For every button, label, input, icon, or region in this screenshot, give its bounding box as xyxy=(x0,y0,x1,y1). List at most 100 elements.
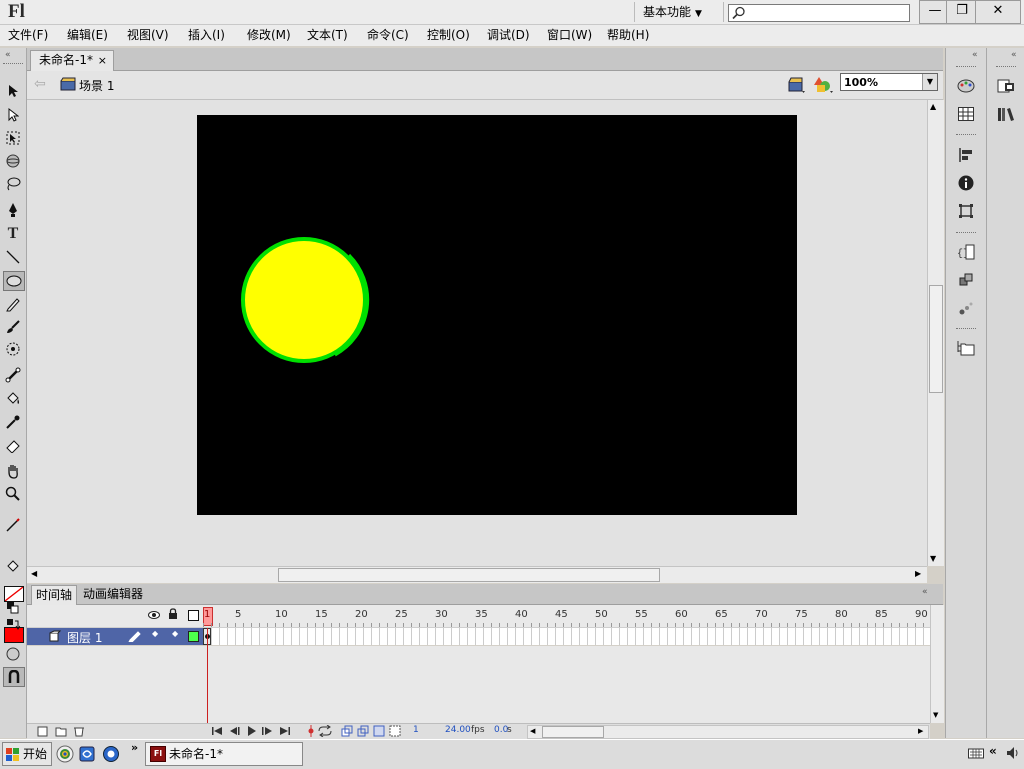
panel-grip[interactable] xyxy=(996,66,1016,69)
library-panel-icon[interactable] xyxy=(995,104,1017,124)
menu-text[interactable]: 文本(T) xyxy=(307,27,348,44)
more-icon[interactable]: » xyxy=(131,741,138,754)
pencil-tool-icon[interactable] xyxy=(3,295,23,313)
pen-tool-icon[interactable] xyxy=(3,201,23,219)
lock-icon[interactable] xyxy=(168,608,178,623)
new-folder-icon[interactable] xyxy=(55,725,67,740)
keyboard-icon[interactable] xyxy=(968,746,984,763)
eye-icon[interactable] xyxy=(148,609,160,623)
transform-panel-icon[interactable] xyxy=(955,201,977,221)
scroll-down-icon[interactable]: ▼ xyxy=(933,711,938,719)
close-button[interactable]: ✕ xyxy=(975,0,1021,24)
text-tool-icon[interactable]: T xyxy=(3,225,23,243)
workspace-switcher[interactable]: 基本功能 ▼ xyxy=(634,2,724,22)
menu-debug[interactable]: 调试(D) xyxy=(487,27,530,44)
panel-grip[interactable] xyxy=(956,134,976,137)
panel-grip[interactable] xyxy=(3,63,23,66)
zoom-tool-icon[interactable] xyxy=(3,485,23,503)
edit-symbols-icon[interactable] xyxy=(813,75,835,98)
panel-grip[interactable] xyxy=(956,328,976,331)
color-panel-icon[interactable] xyxy=(955,76,977,96)
panel-grip[interactable] xyxy=(956,232,976,235)
collapse-icon[interactable]: « xyxy=(5,50,11,60)
3d-rotation-tool-icon[interactable] xyxy=(3,152,23,170)
menu-control[interactable]: 控制(O) xyxy=(427,27,470,44)
edit-multiple-frames-icon[interactable] xyxy=(373,725,385,740)
deco-tool-icon[interactable] xyxy=(3,340,23,358)
outline-icon[interactable] xyxy=(188,610,199,621)
timeline-vertical-scrollbar[interactable]: ▼ xyxy=(930,605,944,723)
frame-rate[interactable]: 24.00 xyxy=(445,725,471,735)
panel-grip[interactable] xyxy=(956,66,976,69)
menu-edit[interactable]: 编辑(E) xyxy=(67,27,108,44)
scroll-right-icon[interactable]: ▶ xyxy=(915,569,921,578)
volume-icon[interactable] xyxy=(1005,745,1021,764)
subselection-tool-icon[interactable] xyxy=(3,106,23,124)
object-drawing-icon[interactable] xyxy=(3,645,23,663)
menu-window[interactable]: 窗口(W) xyxy=(547,27,592,44)
line-tool-icon[interactable] xyxy=(3,248,23,266)
current-frame[interactable]: 1 xyxy=(413,725,419,735)
lock-dot-icon[interactable]: ◆ xyxy=(172,629,178,638)
components-panel-icon[interactable] xyxy=(955,270,977,290)
scroll-left-icon[interactable]: ◀ xyxy=(530,727,535,735)
vertical-scroll-thumb[interactable] xyxy=(929,285,943,393)
stroke-color-icon[interactable] xyxy=(3,516,23,534)
onion-skin-outlines-icon[interactable] xyxy=(357,725,369,740)
menu-view[interactable]: 视图(V) xyxy=(127,27,169,44)
previous-frame-icon[interactable] xyxy=(229,725,241,740)
collapse-icon[interactable]: « xyxy=(1011,50,1017,60)
last-frame-icon[interactable] xyxy=(279,725,291,740)
scroll-down-icon[interactable]: ▼ xyxy=(930,554,936,563)
frame-ruler[interactable]: 1 5 10 15 20 25 30 35 40 45 50 55 60 65 … xyxy=(203,605,928,627)
swatches-panel-icon[interactable] xyxy=(955,104,977,124)
eyedropper-tool-icon[interactable] xyxy=(3,413,23,431)
stage[interactable] xyxy=(197,115,797,515)
motion-presets-icon[interactable] xyxy=(955,298,977,318)
collapse-icon[interactable]: « xyxy=(972,50,978,60)
layer-outline-color[interactable] xyxy=(188,631,199,642)
selection-tool-icon[interactable] xyxy=(3,82,23,100)
lasso-tool-icon[interactable] xyxy=(3,175,23,193)
collapse-icon[interactable]: « xyxy=(922,587,928,597)
fill-color-icon[interactable] xyxy=(3,558,23,576)
scroll-left-icon[interactable]: ◀ xyxy=(31,569,37,578)
timeline-scroll-thumb[interactable] xyxy=(542,726,604,738)
code-snippets-icon[interactable]: {} xyxy=(955,242,977,262)
tray-expand-icon[interactable]: « xyxy=(989,744,997,758)
paint-bucket-tool-icon[interactable] xyxy=(3,390,23,408)
stage-vertical-scrollbar[interactable]: ▲ ▼ xyxy=(927,100,944,566)
menu-help[interactable]: 帮助(H) xyxy=(607,27,649,44)
stage-horizontal-scrollbar[interactable]: ◀ ▶ xyxy=(27,566,927,583)
menu-file[interactable]: 文件(F) xyxy=(8,27,48,44)
info-panel-icon[interactable] xyxy=(955,173,977,193)
first-frame-icon[interactable] xyxy=(211,725,223,740)
tab-motion-editor[interactable]: 动画编辑器 xyxy=(78,585,148,604)
visibility-dot-icon[interactable]: ◆ xyxy=(152,629,158,638)
horizontal-scroll-thumb[interactable] xyxy=(278,568,660,582)
layer-row[interactable]: 图层 1 ◆ ◆ xyxy=(27,628,203,645)
restore-button[interactable]: ❐ xyxy=(946,0,978,24)
timeline-horizontal-scrollbar[interactable]: ◀ ▶ xyxy=(527,725,929,739)
edit-scene-icon[interactable] xyxy=(787,75,807,98)
black-white-icon[interactable] xyxy=(3,599,23,617)
frame-cells[interactable] xyxy=(203,628,930,645)
loop-icon[interactable] xyxy=(317,724,333,740)
free-transform-tool-icon[interactable] xyxy=(3,129,23,147)
quick-launch-icon[interactable] xyxy=(78,745,96,766)
browser-icon[interactable] xyxy=(56,745,74,766)
menu-modify[interactable]: 修改(M) xyxy=(247,27,291,44)
frames-row[interactable] xyxy=(203,628,930,645)
center-frame-icon[interactable] xyxy=(305,725,317,740)
bone-tool-icon[interactable] xyxy=(3,366,23,384)
zoom-select[interactable]: 100% ▼ xyxy=(840,73,938,91)
properties-panel-icon[interactable] xyxy=(995,76,1017,96)
play-icon[interactable] xyxy=(245,725,257,740)
swap-colors-icon[interactable] xyxy=(3,616,23,634)
new-layer-icon[interactable] xyxy=(37,725,49,740)
menu-insert[interactable]: 插入(I) xyxy=(188,27,225,44)
oval-tool-icon[interactable] xyxy=(3,271,25,291)
menu-commands[interactable]: 命令(C) xyxy=(367,27,409,44)
close-tab-icon[interactable]: × xyxy=(98,51,107,70)
yellow-circle-shape[interactable] xyxy=(241,237,367,363)
